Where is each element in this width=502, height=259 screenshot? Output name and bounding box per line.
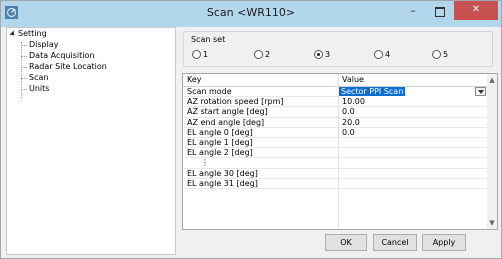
row-value[interactable]: 0.0: [342, 128, 355, 137]
radio-label: 1: [203, 49, 209, 59]
radio-circle-icon: [254, 49, 263, 59]
row-key: EL angle 0 [deg]: [187, 127, 253, 137]
scan-set-radio-1[interactable]: 1: [192, 48, 208, 60]
title-bar: Scan <WR110> – ✕: [1, 1, 501, 27]
property-grid[interactable]: Key Value Scan mode Sector PPI Scan AZ r…: [182, 73, 498, 230]
grid-row[interactable]: EL angle 2 [deg]: [183, 148, 487, 159]
radio-circle-icon: [432, 49, 441, 59]
grid-row[interactable]: ⋮: [183, 158, 487, 169]
dialog-window: Scan <WR110> – ✕ Setting Display Data Ac…: [0, 0, 502, 259]
row-key: EL angle 31 [deg]: [187, 178, 258, 188]
radio-circle-icon: [192, 49, 201, 59]
scan-mode-select[interactable]: Sector PPI Scan: [339, 87, 486, 97]
apply-button[interactable]: Apply: [422, 234, 466, 251]
row-key: ⋮: [201, 158, 209, 168]
radio-label: 5: [443, 49, 449, 59]
grid-row[interactable]: EL angle 0 [deg] 0.0: [183, 128, 487, 138]
cancel-button[interactable]: Cancel: [373, 234, 417, 251]
row-key: AZ rotation speed [rpm]: [187, 97, 284, 107]
tree-connector: [21, 89, 27, 90]
tree-connector: [21, 56, 27, 57]
tree-connector: [21, 45, 27, 46]
tree-item-setting[interactable]: Setting: [18, 29, 47, 39]
row-value[interactable]: 0.0: [342, 107, 355, 116]
window-title: Scan <WR110>: [206, 6, 296, 19]
row-value[interactable]: 10.00: [342, 97, 365, 106]
scroll-up-icon[interactable]: ▲: [487, 76, 497, 84]
row-key: AZ end angle [deg]: [187, 117, 265, 127]
row-value[interactable]: 20.0: [342, 118, 360, 127]
radio-circle-icon: [374, 49, 383, 59]
radio-label: 2: [265, 49, 271, 59]
close-button[interactable]: ✕: [454, 1, 498, 20]
scroll-down-icon[interactable]: ▼: [487, 219, 497, 227]
row-key: EL angle 1 [deg]: [187, 138, 253, 147]
scan-mode-value: Sector PPI Scan: [339, 87, 406, 96]
tree-connector: [21, 78, 27, 79]
grid-row[interactable]: Scan mode Sector PPI Scan: [183, 87, 487, 98]
row-key: Scan mode: [187, 87, 232, 96]
tree-connector: [21, 67, 27, 68]
grid-row[interactable]: EL angle 30 [deg]: [183, 169, 487, 179]
maximize-icon: [435, 7, 445, 17]
dropdown-arrow-icon[interactable]: [475, 87, 486, 96]
grid-row[interactable]: AZ start angle [deg] 0.0: [183, 107, 487, 118]
key-column-header: Key: [187, 75, 202, 84]
row-key: EL angle 2 [deg]: [187, 148, 253, 158]
grid-row[interactable]: AZ end angle [deg] 20.0: [183, 118, 487, 128]
ok-button[interactable]: OK: [325, 234, 367, 251]
radio-selected-icon: [314, 49, 323, 59]
scan-set-radio-4[interactable]: 4: [374, 48, 390, 60]
settings-tree[interactable]: Setting Display Data Acquisition Radar S…: [6, 27, 176, 255]
expand-arrow-icon[interactable]: [9, 30, 17, 38]
value-column-header: Value: [342, 75, 364, 84]
scan-set-label: Scan set: [191, 35, 226, 44]
minimize-button[interactable]: –: [401, 3, 425, 21]
tree-item-units[interactable]: Units: [29, 84, 49, 94]
grid-row[interactable]: EL angle 31 [deg]: [183, 179, 487, 189]
grid-row[interactable]: AZ rotation speed [rpm] 10.00: [183, 97, 487, 108]
radio-label: 4: [385, 49, 391, 59]
row-key: EL angle 30 [deg]: [187, 168, 258, 178]
maximize-button[interactable]: [427, 3, 451, 21]
vertical-scrollbar[interactable]: ▲ ▼: [487, 74, 497, 229]
radio-label: 3: [325, 49, 331, 59]
scan-set-radio-3[interactable]: 3: [314, 48, 330, 60]
row-key: AZ start angle [deg]: [187, 107, 268, 117]
grid-row[interactable]: EL angle 1 [deg]: [183, 138, 487, 149]
scan-set-group: Scan set 1 2 3 4 5: [183, 31, 493, 67]
tree-item-display[interactable]: Display: [29, 40, 59, 50]
tree-item-scan[interactable]: Scan: [29, 73, 48, 83]
tree-item-data-acquisition[interactable]: Data Acquisition: [29, 51, 94, 61]
tree-item-radar-site-location[interactable]: Radar Site Location: [29, 62, 107, 72]
scan-set-radio-5[interactable]: 5: [432, 48, 448, 60]
scan-set-radio-2[interactable]: 2: [254, 48, 270, 60]
grid-header: Key Value: [183, 74, 487, 87]
